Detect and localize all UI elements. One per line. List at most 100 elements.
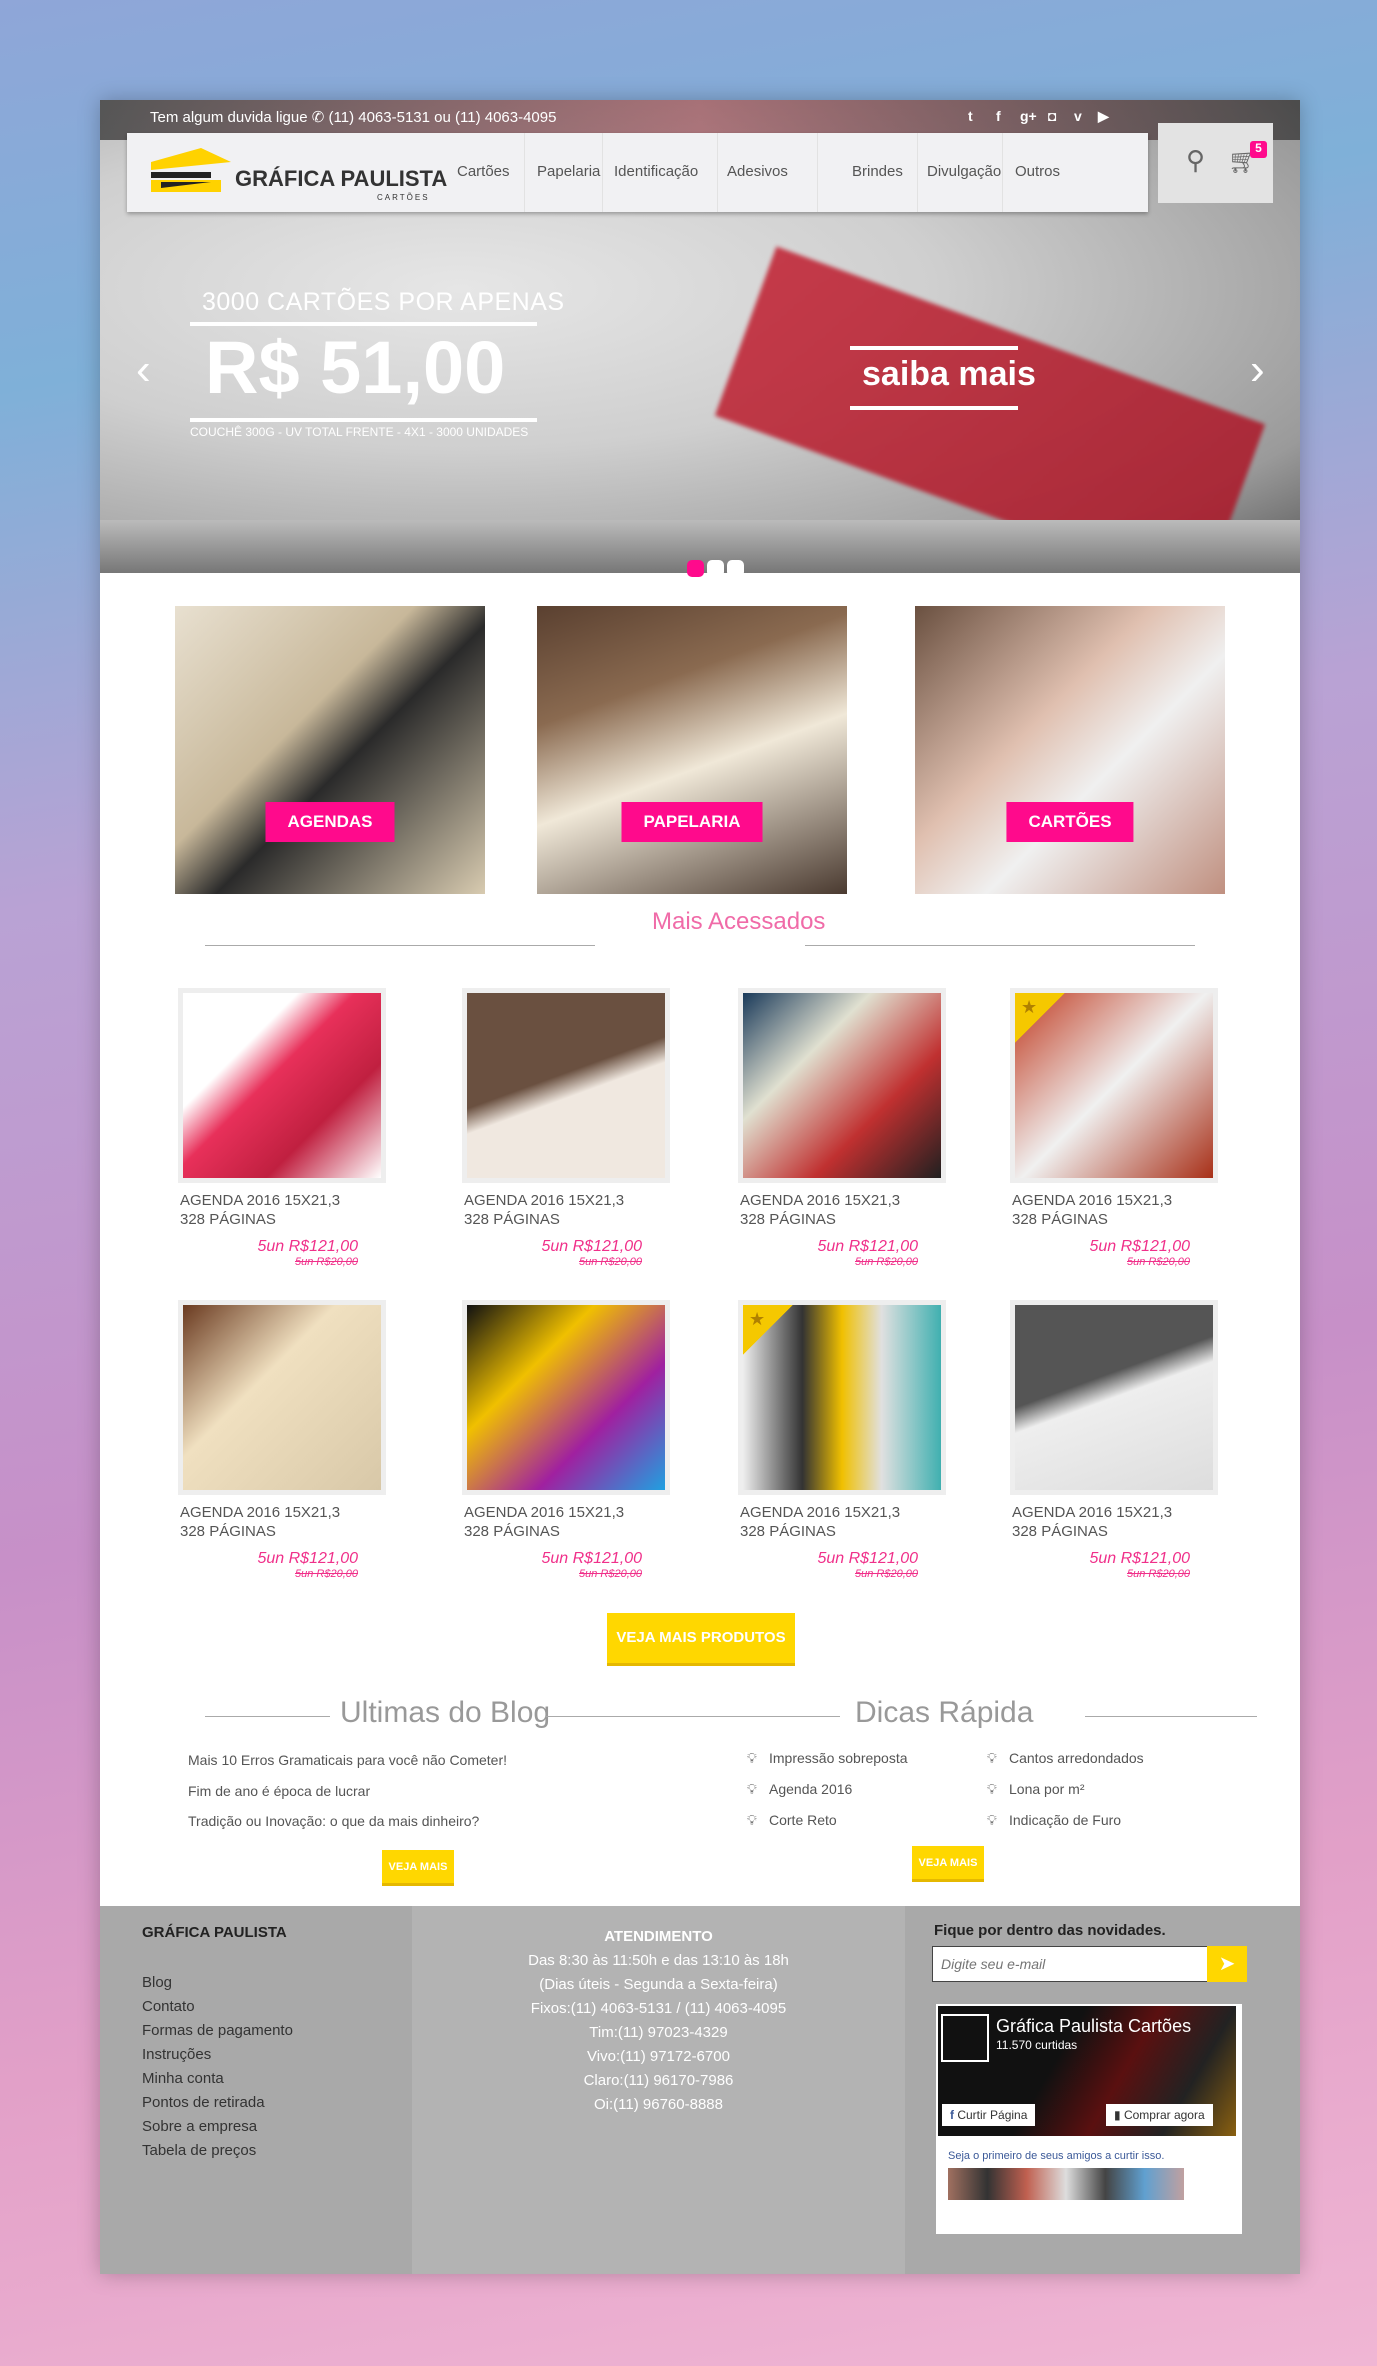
product-name[interactable]: AGENDA 2016 15X21,3 328 PÁGINAS <box>464 1191 674 1229</box>
blog-more-button[interactable]: VEJA MAIS <box>382 1850 454 1886</box>
product-name[interactable]: AGENDA 2016 15X21,3 328 PÁGINAS <box>1012 1503 1222 1541</box>
tip-link[interactable]: 💡︎ Indicação de Furo <box>987 1812 1121 1829</box>
product-name[interactable]: AGENDA 2016 15X21,3 328 PÁGINAS <box>740 1503 950 1541</box>
product-name[interactable]: AGENDA 2016 15X21,3 328 PÁGINAS <box>740 1191 950 1229</box>
category-agendas[interactable]: AGENDAS <box>175 606 485 894</box>
category-cartoes[interactable]: CARTÕES <box>915 606 1225 894</box>
product-old-price: 5un R$20,00 <box>579 1256 642 1268</box>
fb-like-button[interactable]: f Curtir Página <box>942 2104 1036 2126</box>
footer-service: ATENDIMENTO Das 8:30 às 11:50h e das 13:… <box>412 1906 905 2274</box>
send-icon[interactable]: ➤ <box>1207 1946 1247 1982</box>
product-name[interactable]: AGENDA 2016 15X21,3 328 PÁGINAS <box>1012 1191 1222 1229</box>
fb-friend-avatars <box>948 2168 1184 2200</box>
product-old-price: 5un R$20,00 <box>855 1256 918 1268</box>
saiba-mais-button[interactable]: saiba mais <box>862 355 1036 394</box>
nav-brindes[interactable]: Brindes <box>852 163 903 183</box>
product-image[interactable]: ★ <box>738 1300 946 1495</box>
category-label: AGENDAS <box>265 802 395 842</box>
product-price: 5un R$121,00 <box>257 1550 358 1567</box>
service-line: Fixos:(11) 4063-5131 / (11) 4063-4095 <box>530 2000 787 2017</box>
section-title-blog: Ultimas do Blog <box>340 1696 551 1729</box>
fb-page-avatar <box>941 2014 989 2062</box>
product-image[interactable]: ★ <box>1010 988 1218 1183</box>
product-image[interactable] <box>178 1300 386 1495</box>
search-icon[interactable]: ⚲ <box>1186 145 1205 176</box>
footer-link[interactable]: Formas de pagamento <box>142 2022 293 2039</box>
prev-slide-arrow[interactable]: ‹ <box>136 345 151 395</box>
product-old-price: 5un R$20,00 <box>579 1568 642 1580</box>
product-image[interactable] <box>738 988 946 1183</box>
hero-slider: Tem algum duvida ligue ✆ (11) 4063-5131 … <box>100 100 1300 573</box>
tip-link[interactable]: 💡︎ Corte Reto <box>747 1812 837 1829</box>
product-image[interactable] <box>178 988 386 1183</box>
product-old-price: 5un R$20,00 <box>855 1568 918 1580</box>
facebook-icon[interactable]: f <box>996 108 1001 124</box>
product-image[interactable] <box>462 988 670 1183</box>
product-old-price: 5un R$20,00 <box>295 1256 358 1268</box>
tip-link[interactable]: 💡︎ Cantos arredondados <box>987 1750 1144 1767</box>
footer-link[interactable]: Contato <box>142 1998 195 2015</box>
product-image[interactable] <box>462 1300 670 1495</box>
tip-link[interactable]: 💡︎ Impressão sobreposta <box>747 1750 908 1767</box>
slide-dot-2[interactable] <box>707 560 724 577</box>
tips-more-button[interactable]: VEJA MAIS <box>912 1846 984 1882</box>
promo-details: COUCHÊ 300G - UV TOTAL FRENTE - 4X1 - 30… <box>190 425 529 439</box>
main-nav: GRÁFICA PAULISTA CARTÕES Cartões Papelar… <box>127 133 1148 212</box>
service-title: ATENDIMENTO <box>604 1928 713 1945</box>
logo-subtitle: CARTÕES <box>377 193 430 202</box>
vimeo-icon[interactable]: v <box>1074 108 1082 124</box>
product-price: 5un R$121,00 <box>541 1238 642 1255</box>
product-name[interactable]: AGENDA 2016 15X21,3 328 PÁGINAS <box>180 1503 390 1541</box>
product-name[interactable]: AGENDA 2016 15X21,3 328 PÁGINAS <box>180 1191 390 1229</box>
fb-page-name[interactable]: Gráfica Paulista Cartões <box>996 2016 1191 2037</box>
fb-shop-button[interactable]: ▮ Comprar agora <box>1106 2104 1213 2126</box>
footer-link[interactable]: Instruções <box>142 2046 211 2063</box>
google-plus-icon[interactable]: g+ <box>1020 108 1037 124</box>
product-price: 5un R$121,00 <box>541 1550 642 1567</box>
footer-link[interactable]: Blog <box>142 1974 172 1991</box>
product-price: 5un R$121,00 <box>1089 1550 1190 1567</box>
category-papelaria[interactable]: PAPELARIA <box>537 606 847 894</box>
promo-headline: 3000 CARTÕES POR APENAS <box>202 288 565 316</box>
nav-papelaria[interactable]: Papelaria <box>537 163 600 183</box>
logo-icon[interactable] <box>151 148 231 194</box>
instagram-icon[interactable]: ◘ <box>1048 108 1056 124</box>
product-image[interactable] <box>1010 1300 1218 1495</box>
service-line: Das 8:30 às 11:50h e das 13:10 às 18h <box>528 1952 789 1969</box>
help-text: Tem algum duvida ligue ✆ (11) 4063-5131 … <box>150 109 557 126</box>
category-label: PAPELARIA <box>621 802 763 842</box>
blog-post-link[interactable]: Tradição ou Inovação: o que da mais dinh… <box>188 1813 479 1829</box>
newsletter-email-input[interactable] <box>932 1946 1208 1982</box>
service-line: Vivo:(11) 97172-6700 <box>587 2048 730 2065</box>
slide-dot-1[interactable] <box>687 560 704 577</box>
nav-identificacao[interactable]: Identificação <box>614 163 698 183</box>
service-line: Tim:(11) 97023-4329 <box>589 2024 728 2041</box>
page: Tem algum duvida ligue ✆ (11) 4063-5131 … <box>100 100 1300 2274</box>
product-name[interactable]: AGENDA 2016 15X21,3 328 PÁGINAS <box>464 1503 674 1541</box>
footer-link[interactable]: Minha conta <box>142 2070 224 2087</box>
footer-link[interactable]: Tabela de preços <box>142 2142 256 2159</box>
lightbulb-icon: 💡︎ <box>987 1812 997 1828</box>
next-slide-arrow[interactable]: › <box>1250 345 1265 395</box>
youtube-icon[interactable]: ▶ <box>1098 108 1109 125</box>
blog-post-link[interactable]: Mais 10 Erros Gramaticais para você não … <box>188 1752 507 1768</box>
twitter-icon[interactable]: t <box>968 108 973 124</box>
tip-link[interactable]: 💡︎ Agenda 2016 <box>747 1781 852 1798</box>
nav-cartoes[interactable]: Cartões <box>457 163 510 183</box>
nav-divulgacao[interactable]: Divulgação <box>927 163 1001 183</box>
star-icon: ★ <box>1015 993 1065 1043</box>
slide-dot-3[interactable] <box>727 560 744 577</box>
footer-link[interactable]: Pontos de retirada <box>142 2094 265 2111</box>
facebook-widget: Gráfica Paulista Cartões 11.570 curtidas… <box>936 2004 1242 2234</box>
footer-link[interactable]: Sobre a empresa <box>142 2118 257 2135</box>
nav-outros[interactable]: Outros <box>1015 163 1060 183</box>
phone-icon: ✆ <box>311 109 325 126</box>
fb-friends-text: Seja o primeiro de seus amigos a curtir … <box>948 2150 1165 2162</box>
product-price: 5un R$121,00 <box>817 1550 918 1567</box>
more-products-button[interactable]: VEJA MAIS PRODUTOS <box>607 1613 795 1666</box>
product-price: 5un R$121,00 <box>257 1238 358 1255</box>
nav-adesivos[interactable]: Adesivos <box>727 163 788 183</box>
tip-link[interactable]: 💡︎ Lona por m² <box>987 1781 1084 1798</box>
lightbulb-icon: 💡︎ <box>987 1781 997 1797</box>
blog-post-link[interactable]: Fim de ano é época de lucrar <box>188 1783 370 1799</box>
